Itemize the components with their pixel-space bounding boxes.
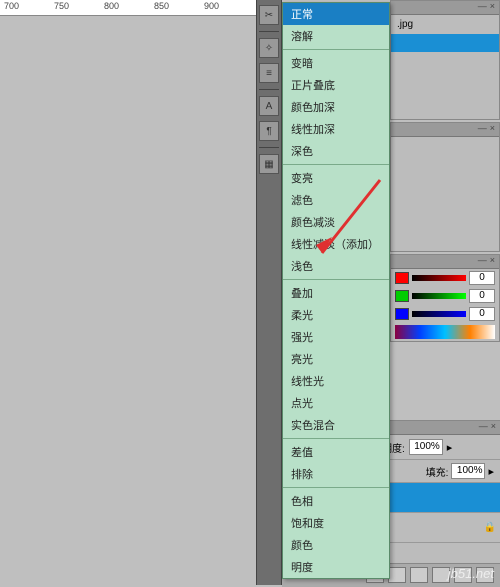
color-spectrum[interactable] (395, 325, 495, 339)
color-swatch-g[interactable] (395, 290, 409, 302)
scissors-icon[interactable]: ✂ (259, 5, 279, 25)
wand-icon[interactable]: ✧ (259, 38, 279, 58)
blend-mode-item[interactable]: 线性光 (283, 370, 389, 392)
ruler-tick: 750 (54, 1, 69, 11)
ruler-tick: 800 (104, 1, 119, 11)
chevron-down-icon[interactable]: ▸ (447, 441, 453, 454)
blend-mode-item[interactable]: 实色混合 (283, 414, 389, 436)
ruler-horizontal: 700 750 800 850 900 (0, 0, 256, 16)
blend-mode-item[interactable]: 亮光 (283, 348, 389, 370)
minimize-icon[interactable]: — (478, 123, 487, 136)
minimize-icon[interactable]: — (479, 421, 488, 434)
file-item-selected[interactable] (391, 34, 499, 52)
chevron-down-icon[interactable]: ▸ (488, 465, 494, 478)
opacity-value[interactable]: 100% (409, 439, 443, 455)
slider-r[interactable] (412, 275, 466, 281)
blend-mode-dropdown[interactable]: 正常 溶解 变暗 正片叠底 颜色加深 线性加深 深色 变亮 滤色 颜色减淡 线性… (282, 2, 390, 579)
blend-mode-item[interactable]: 柔光 (283, 304, 389, 326)
blend-mode-item[interactable]: 饱和度 (283, 512, 389, 534)
close-icon[interactable]: × (491, 421, 496, 434)
panel-header: —× (391, 255, 499, 269)
blend-mode-item[interactable]: 明度 (283, 556, 389, 578)
slider-b[interactable] (412, 311, 466, 317)
blend-mode-item[interactable]: 排除 (283, 463, 389, 485)
file-item[interactable]: .jpg (391, 15, 499, 34)
pilcrow-icon[interactable]: ¶ (259, 121, 279, 141)
color-swatch-r[interactable] (395, 272, 409, 284)
blend-mode-item[interactable]: 色相 (283, 490, 389, 512)
blend-mode-item[interactable]: 正片叠底 (283, 74, 389, 96)
files-panel: —× .jpg (390, 0, 500, 120)
collapsed-panel-strip: ✂ ✧ ≡ A ¶ ▦ (256, 0, 282, 585)
ruler-tick: 900 (204, 1, 219, 11)
panel-header: —× (391, 123, 499, 137)
slider-g[interactable] (412, 293, 466, 299)
blend-mode-item[interactable]: 正常 (283, 3, 389, 25)
close-icon[interactable]: × (490, 1, 495, 14)
close-icon[interactable]: × (490, 255, 495, 268)
blend-mode-item[interactable]: 线性加深 (283, 118, 389, 140)
layer-mask-button[interactable] (410, 567, 428, 583)
blend-mode-item[interactable]: 颜色加深 (283, 96, 389, 118)
blend-mode-item[interactable]: 叠加 (283, 282, 389, 304)
ruler-tick: 700 (4, 1, 19, 11)
blend-mode-item[interactable]: 线性减淡（添加） (283, 233, 389, 255)
blend-mode-item[interactable]: 滤色 (283, 189, 389, 211)
minimize-icon[interactable]: — (478, 255, 487, 268)
value-g[interactable]: 0 (469, 289, 495, 303)
layers-icon[interactable]: ≡ (259, 63, 279, 83)
layer-fx-button[interactable] (388, 567, 406, 583)
layout-icon[interactable]: ▦ (259, 154, 279, 174)
color-swatch-b[interactable] (395, 308, 409, 320)
blend-mode-item[interactable]: 深色 (283, 140, 389, 162)
blend-mode-item[interactable]: 颜色减淡 (283, 211, 389, 233)
value-r[interactable]: 0 (469, 271, 495, 285)
fill-label: 填充: (426, 464, 449, 479)
fill-value[interactable]: 100% (451, 463, 485, 479)
lock-icon: 🔒 (484, 522, 496, 533)
info-panel: —× (390, 122, 500, 252)
blend-mode-item[interactable]: 差值 (283, 441, 389, 463)
ruler-tick: 850 (154, 1, 169, 11)
blend-mode-item[interactable]: 浅色 (283, 255, 389, 277)
blend-mode-item[interactable]: 强光 (283, 326, 389, 348)
minimize-icon[interactable]: — (478, 1, 487, 14)
blend-mode-item[interactable]: 变亮 (283, 167, 389, 189)
text-icon[interactable]: A (259, 96, 279, 116)
close-icon[interactable]: × (490, 123, 495, 136)
blend-mode-item[interactable]: 颜色 (283, 534, 389, 556)
canvas-area: 700 750 800 850 900 (0, 0, 256, 585)
blend-mode-item[interactable]: 变暗 (283, 52, 389, 74)
panel-header: —× (391, 1, 499, 15)
blend-mode-item[interactable]: 点光 (283, 392, 389, 414)
blend-mode-item[interactable]: 溶解 (283, 25, 389, 47)
color-panel: —× 0 0 0 (390, 254, 500, 342)
watermark: jb51.net (448, 566, 494, 581)
value-b[interactable]: 0 (469, 307, 495, 321)
